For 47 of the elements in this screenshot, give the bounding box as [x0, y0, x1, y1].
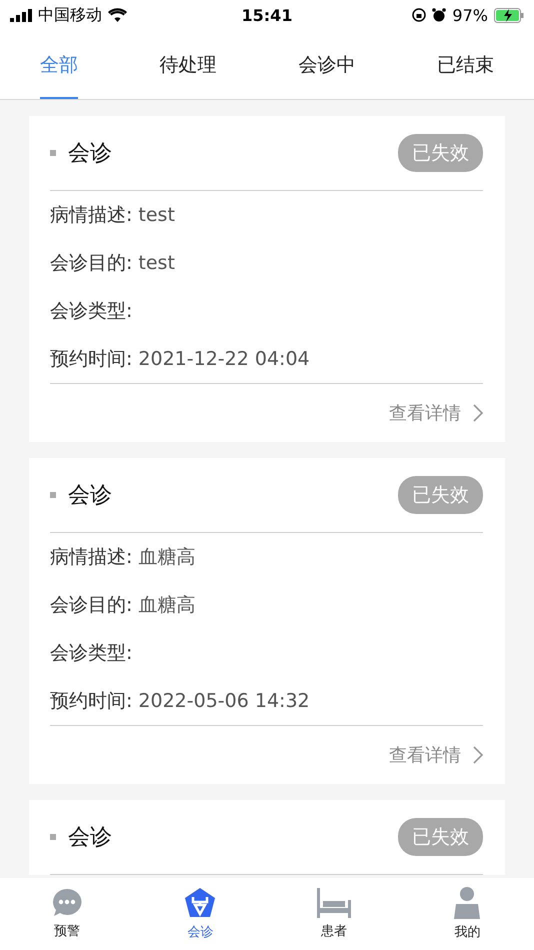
- bullet-icon: [50, 150, 56, 156]
- status-badge: 已失效: [398, 476, 483, 514]
- alarm-icon: [432, 8, 446, 22]
- charging-battery-icon: [494, 8, 524, 22]
- chevron-right-icon: [473, 746, 483, 764]
- bed-icon: [316, 888, 351, 918]
- status-badge: 已失效: [398, 818, 483, 856]
- filter-tab[interactable]: 全部: [40, 30, 78, 99]
- field-label: 会诊类型:: [50, 641, 132, 666]
- card-title: 会诊: [68, 482, 113, 510]
- filter-tab[interactable]: 待处理: [160, 30, 217, 99]
- nav-tab[interactable]: 患者: [267, 878, 400, 950]
- bullet-icon: [50, 492, 56, 498]
- nav-tab[interactable]: 会诊: [134, 878, 267, 950]
- field-label: 预约时间:: [50, 347, 132, 372]
- field-value: test: [138, 252, 175, 274]
- rotation-lock-icon: [412, 8, 426, 22]
- card-title: 会诊: [68, 824, 113, 852]
- view-details-link[interactable]: 查看详情: [389, 743, 483, 767]
- field-label: 会诊目的:: [50, 593, 132, 618]
- stethoscope-icon: [184, 887, 216, 919]
- field-label: 会诊类型:: [50, 299, 132, 324]
- chevron-right-icon: [473, 404, 483, 422]
- field-label: 病情描述:: [50, 203, 132, 228]
- filter-tab[interactable]: 会诊中: [298, 30, 356, 99]
- field-label: 病情描述:: [50, 545, 132, 570]
- signal-icon: [10, 8, 32, 22]
- field-value: 2021-12-22 04:04: [138, 348, 310, 370]
- field-label: 会诊目的:: [50, 251, 132, 276]
- nav-tab[interactable]: 我的: [400, 878, 534, 950]
- wifi-icon: [108, 8, 127, 22]
- field-value: 2022-05-06 14:32: [138, 690, 310, 712]
- field-value: test: [138, 204, 175, 226]
- clock-time: 15:41: [242, 6, 292, 24]
- field-value: 血糖高: [138, 593, 196, 618]
- carrier-name: 中国移动: [38, 4, 102, 26]
- field-value: 血糖高: [138, 545, 196, 570]
- field-label: 预约时间:: [50, 689, 132, 714]
- bullet-icon: [50, 834, 56, 840]
- view-details-link[interactable]: 查看详情: [389, 401, 483, 425]
- battery-percentage: 97%: [452, 6, 488, 24]
- person-icon: [453, 887, 482, 919]
- chat-bubble-icon: [52, 888, 82, 918]
- filter-tab[interactable]: 已结束: [436, 30, 494, 99]
- status-badge: 已失效: [398, 134, 483, 172]
- card-title: 会诊: [68, 140, 113, 168]
- nav-tab[interactable]: 预警: [0, 878, 134, 950]
